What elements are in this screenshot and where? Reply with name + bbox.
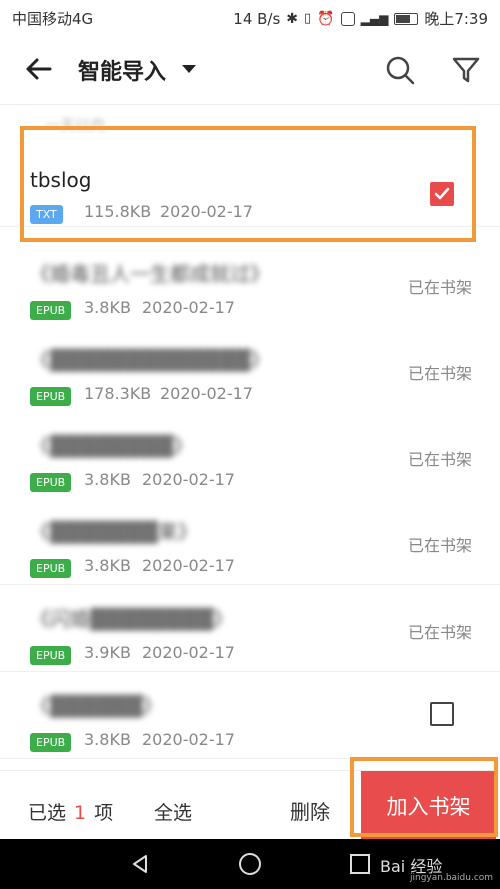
file-type-badge: EPUB xyxy=(30,559,72,578)
file-type-badge: EPUB xyxy=(30,387,72,406)
on-shelf-status: 已在书架 xyxy=(407,278,472,297)
file-row[interactable]: 《婚毒丑人一生都成就过》 EPUB 3.8KB 2020-02-17 已在书架 xyxy=(0,240,500,327)
file-date: 2020-02-17 xyxy=(142,556,235,575)
file-row[interactable]: 《▓▓▓▓▓▓▓▓》 EPUB 3.8KB 2020-02-17 已在书架 xyxy=(0,412,500,499)
file-type-badge: EPUB xyxy=(30,301,72,320)
file-date: 2020-02-17 xyxy=(160,384,253,403)
file-name: 《闪婚▓▓▓▓▓▓▓▓》 xyxy=(30,607,234,631)
filter-icon xyxy=(452,57,480,83)
file-type-badge: TXT xyxy=(30,205,63,224)
alarm-icon: ⏰ xyxy=(317,10,335,27)
file-row[interactable]: 《▓▓▓▓▓▓▓果》 EPUB 3.8KB 2020-02-17 已在书架 xyxy=(0,498,500,585)
nav-recent-icon[interactable] xyxy=(350,854,370,874)
file-name: tbslog xyxy=(30,168,92,192)
on-shelf-status: 已在书架 xyxy=(407,450,472,469)
app-bar: 智能导入 xyxy=(0,34,500,105)
network-speed: 14 B/s xyxy=(233,9,281,28)
file-size: 3.8KB xyxy=(84,730,131,749)
watermark-url: jingyan.baidu.com xyxy=(410,873,494,883)
file-size: 178.3KB xyxy=(84,384,152,403)
file-date: 2020-02-17 xyxy=(142,730,235,749)
hd-icon xyxy=(340,11,355,26)
search-icon xyxy=(386,56,415,85)
battery-icon xyxy=(394,12,419,25)
file-size: 3.8KB xyxy=(84,298,131,317)
file-type-badge: EPUB xyxy=(30,473,72,492)
select-checkbox[interactable] xyxy=(430,182,454,206)
file-row[interactable]: tbslog TXT 115.8KB 2020-02-17 xyxy=(0,140,500,227)
file-size: 3.8KB xyxy=(84,470,131,489)
status-icons: 14 B/s ✱ ▯ ⏰ ▂▄▆ 晚上7:39 xyxy=(233,8,488,29)
file-name: 《▓▓▓▓▓▓▓果》 xyxy=(30,520,198,544)
file-row[interactable]: 《▓▓▓▓▓▓▓▓▓▓▓▓▓》 EPUB 178.3KB 2020-02-17 已在书架 xyxy=(0,326,500,413)
filter-button[interactable] xyxy=(450,54,482,86)
file-name: 《▓▓▓▓▓▓▓▓》 xyxy=(30,434,194,458)
file-date: 2020-02-17 xyxy=(142,643,235,662)
file-row[interactable]: 《闪婚▓▓▓▓▓▓▓▓》 EPUB 3.9KB 2020-02-17 已在书架 xyxy=(0,585,500,672)
search-button[interactable] xyxy=(384,54,416,86)
select-checkbox[interactable] xyxy=(430,702,454,726)
add-to-shelf-button[interactable]: 加入书架 xyxy=(361,771,496,840)
file-date: 2020-02-17 xyxy=(160,202,253,221)
selection-suffix: 项 xyxy=(94,802,114,824)
clock: 晚上7:39 xyxy=(424,10,488,28)
select-all-button[interactable]: 全选 xyxy=(154,798,192,825)
arrow-left-icon xyxy=(26,58,52,80)
selection-count: 已选 1 项 xyxy=(28,798,113,825)
vibrate-icon: ▯ xyxy=(304,11,312,26)
file-name: 《▓▓▓▓▓▓》 xyxy=(30,694,163,718)
file-size: 3.8KB xyxy=(84,556,131,575)
file-type-badge: EPUB xyxy=(30,646,72,665)
file-size: 3.9KB xyxy=(84,643,131,662)
file-type-badge: EPUB xyxy=(30,733,72,752)
back-button[interactable] xyxy=(22,52,56,86)
signal-icon: ▂▄▆ xyxy=(360,11,389,26)
file-name: 《▓▓▓▓▓▓▓▓▓▓▓▓▓》 xyxy=(30,348,270,372)
carrier-label: 中国移动4G xyxy=(12,10,94,28)
bottom-action-bar: 已选 1 项 全选 删除 加入书架 xyxy=(0,770,500,840)
on-shelf-status: 已在书架 xyxy=(407,364,472,383)
file-name: 《婚毒丑人一生都成就过》 xyxy=(30,262,270,286)
selection-prefix: 已选 xyxy=(28,802,67,824)
nav-back-icon[interactable] xyxy=(130,854,150,874)
nav-home-icon[interactable] xyxy=(239,853,261,875)
file-date: 2020-02-17 xyxy=(142,470,235,489)
bluetooth-icon: ✱ xyxy=(286,10,299,27)
page-title[interactable]: 智能导入 xyxy=(78,54,166,86)
check-icon xyxy=(434,187,450,200)
status-bar: 中国移动4G 14 B/s ✱ ▯ ⏰ ▂▄▆ 晚上7:39 xyxy=(0,0,500,34)
chevron-down-icon[interactable] xyxy=(182,65,196,73)
system-nav-bar: Bai 经验 jingyan.baidu.com xyxy=(0,839,500,889)
section-header: 一天以内 xyxy=(45,116,106,134)
selection-number: 1 xyxy=(74,802,87,824)
file-size: 115.8KB xyxy=(84,202,152,221)
on-shelf-status: 已在书架 xyxy=(407,536,472,555)
file-date: 2020-02-17 xyxy=(142,298,235,317)
on-shelf-status: 已在书架 xyxy=(407,623,472,642)
file-row[interactable]: 《▓▓▓▓▓▓》 EPUB 3.8KB 2020-02-17 xyxy=(0,672,500,759)
delete-button[interactable]: 删除 xyxy=(290,796,330,825)
